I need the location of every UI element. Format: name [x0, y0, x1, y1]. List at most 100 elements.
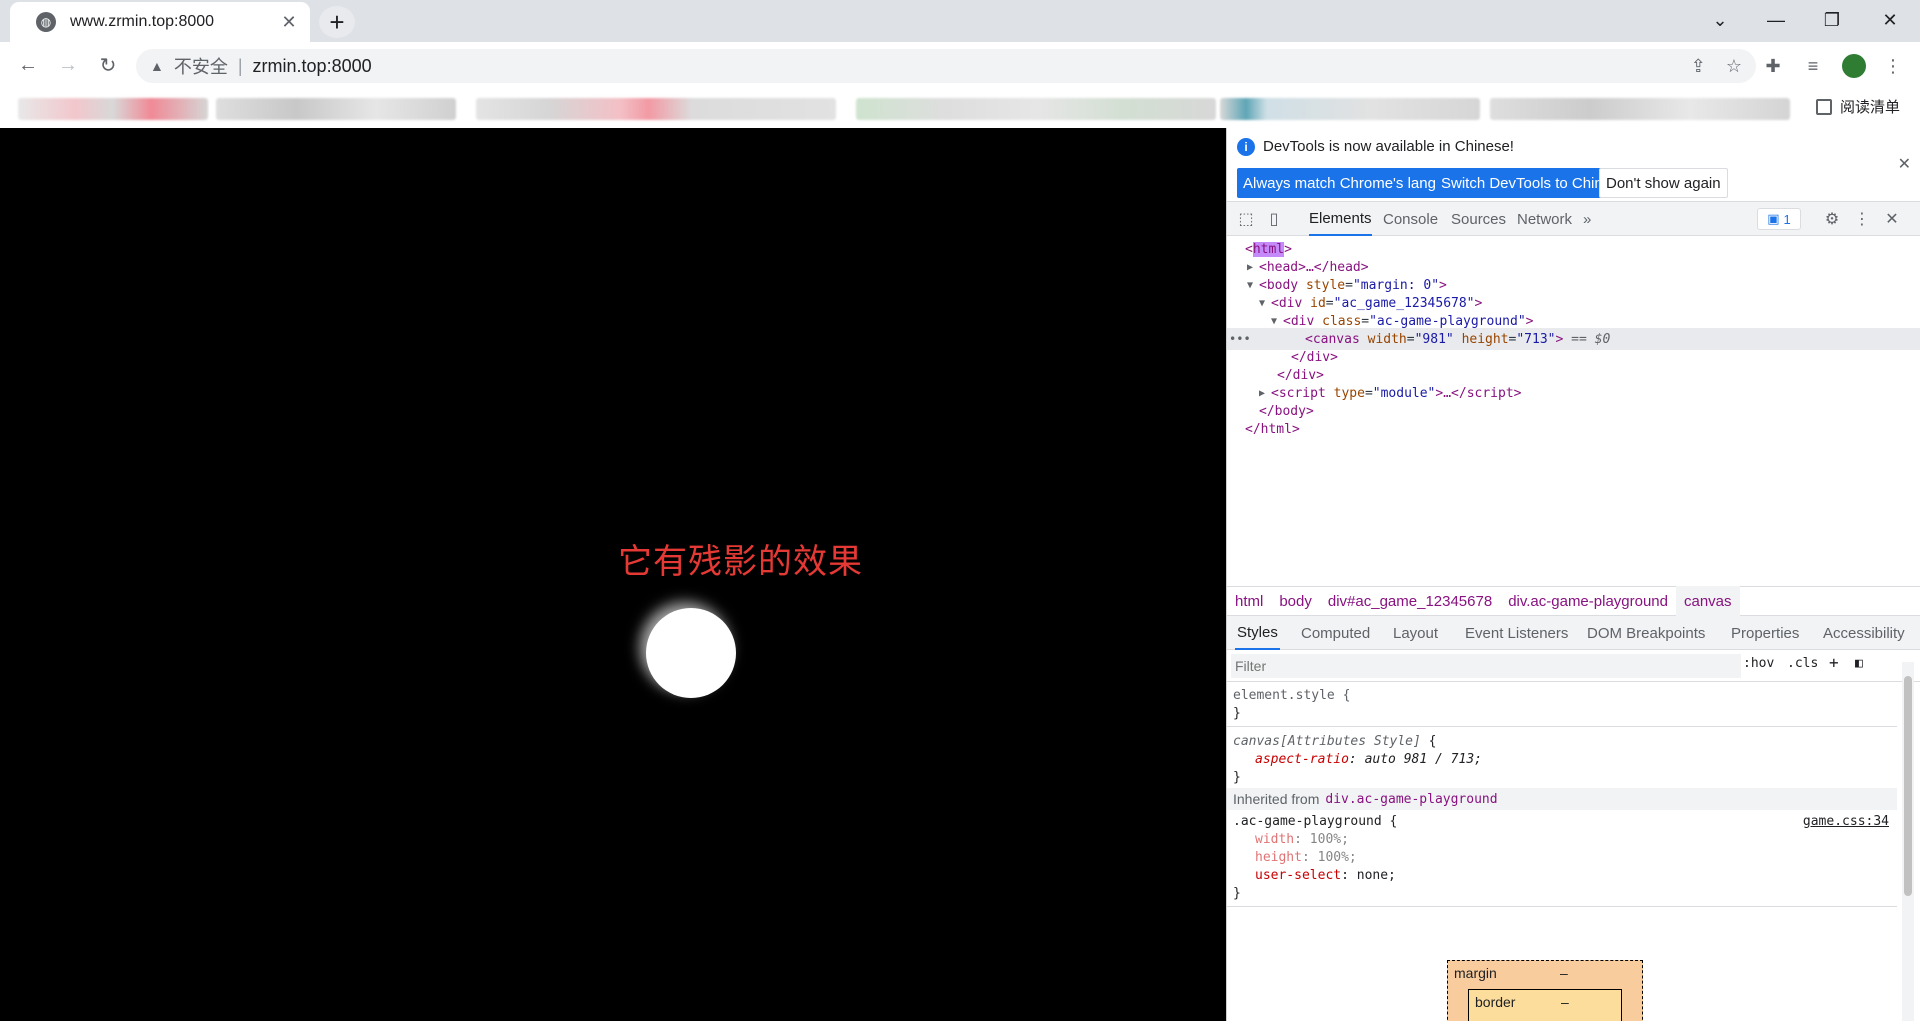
- forward-icon[interactable]: →: [52, 49, 84, 81]
- reload-icon[interactable]: ↻: [92, 49, 124, 81]
- minimize-button[interactable]: —: [1748, 0, 1804, 40]
- rule-source-link[interactable]: game.css:34: [1803, 814, 1889, 829]
- infobar-message: DevTools is now available in Chinese!: [1263, 138, 1514, 155]
- collapse-triangle-icon[interactable]: ▼: [1259, 298, 1271, 309]
- device-toolbar-icon[interactable]: ▯: [1263, 208, 1285, 230]
- breadcrumb-div-playground[interactable]: div.ac-game-playground: [1500, 586, 1676, 616]
- reading-list-button[interactable]: 阅读清单: [1815, 96, 1900, 117]
- toggle-sidebar-icon[interactable]: ◧: [1855, 656, 1863, 671]
- tab-close-icon[interactable]: ✕: [278, 12, 300, 33]
- back-icon[interactable]: ←: [12, 49, 44, 81]
- dom-node-html-close[interactable]: </html>: [1227, 418, 1920, 440]
- tab-sources[interactable]: Sources: [1451, 202, 1506, 236]
- bookmarks-bar: [0, 88, 1920, 128]
- infobar-close-icon[interactable]: ✕: [1898, 154, 1911, 174]
- breadcrumb-html[interactable]: html: [1227, 586, 1271, 616]
- tab-console[interactable]: Console: [1383, 202, 1438, 236]
- canvas-caption: 它有残影的效果: [618, 543, 863, 581]
- breadcrumb: html body div#ac_game_12345678 div.ac-ga…: [1227, 586, 1920, 616]
- message-icon: ▣: [1767, 211, 1780, 226]
- bookmark-item[interactable]: [476, 98, 836, 120]
- html-tag: html: [1252, 241, 1285, 257]
- tab-accessibility[interactable]: Accessibility: [1823, 616, 1905, 650]
- tab-properties[interactable]: Properties: [1731, 616, 1799, 650]
- collapse-triangle-icon[interactable]: ▼: [1271, 316, 1283, 327]
- game-canvas[interactable]: 它有残影的效果: [0, 128, 1226, 1021]
- devtools-menu-icon[interactable]: ⋮: [1851, 208, 1873, 230]
- prop-height[interactable]: height: 100%;: [1255, 850, 1357, 865]
- hover-state-toggle[interactable]: :hov: [1743, 656, 1774, 671]
- tab-dom-breakpoints[interactable]: DOM Breakpoints: [1587, 616, 1705, 650]
- tab-network[interactable]: Network: [1517, 202, 1572, 236]
- browser-window: ◍ www.zrmin.top:8000 ✕ + ⌄ — ❐ ✕ ← → ↻ ▲…: [0, 0, 1920, 1021]
- rule-close-brace: }: [1233, 706, 1241, 721]
- language-infobar: i DevTools is now available in Chinese! …: [1227, 128, 1920, 202]
- browser-tab[interactable]: ◍ www.zrmin.top:8000 ✕: [10, 2, 310, 42]
- prop-width[interactable]: width: 100%;: [1255, 832, 1349, 847]
- devtools-panel: i DevTools is now available in Chinese! …: [1226, 128, 1920, 1021]
- rule-close-brace: }: [1233, 886, 1241, 901]
- styles-subtabs: Styles Computed Layout Event Listeners D…: [1227, 616, 1920, 650]
- breadcrumb-body[interactable]: body: [1271, 586, 1320, 616]
- styles-filter-input[interactable]: [1231, 654, 1741, 678]
- tab-layout[interactable]: Layout: [1393, 616, 1438, 650]
- rule-close-brace: }: [1233, 770, 1241, 785]
- prop-user-select[interactable]: user-select: none;: [1255, 868, 1396, 883]
- inspect-element-icon[interactable]: ⬚: [1235, 208, 1257, 230]
- media-queue-icon[interactable]: ≡: [1800, 53, 1826, 79]
- url-separator: |: [237, 55, 243, 76]
- bookmark-item[interactable]: [1490, 98, 1790, 120]
- globe-icon: ◍: [36, 12, 56, 32]
- rule-divider: [1227, 906, 1897, 907]
- share-icon[interactable]: ⇪: [1691, 56, 1706, 77]
- warning-icon[interactable]: ▲: [150, 58, 164, 74]
- rule-divider: [1227, 726, 1897, 727]
- bookmark-item[interactable]: [1220, 98, 1480, 120]
- settings-gear-icon[interactable]: ⚙: [1821, 208, 1843, 230]
- ball: [646, 608, 736, 698]
- breadcrumb-div-game[interactable]: div#ac_game_12345678: [1320, 586, 1500, 616]
- close-window-button[interactable]: ✕: [1862, 0, 1918, 40]
- more-tabs-icon[interactable]: »: [1583, 202, 1591, 236]
- issues-badge[interactable]: ▣ 1: [1757, 208, 1801, 230]
- inherited-link[interactable]: div.ac-game-playground: [1325, 792, 1497, 807]
- bookmark-item[interactable]: [216, 98, 456, 120]
- class-toggle[interactable]: .cls: [1787, 656, 1818, 671]
- box-model-margin[interactable]: margin – border –: [1447, 960, 1643, 1021]
- collapse-triangle-icon[interactable]: ▼: [1247, 280, 1259, 291]
- profile-avatar[interactable]: [1842, 54, 1866, 78]
- dont-show-again-button[interactable]: Don't show again: [1599, 168, 1728, 198]
- new-rule-icon[interactable]: +: [1829, 653, 1839, 672]
- tab-styles[interactable]: Styles: [1235, 616, 1280, 650]
- box-model-border[interactable]: border –: [1468, 989, 1622, 1021]
- expand-triangle-icon[interactable]: ▶: [1247, 262, 1259, 273]
- tab-event-listeners[interactable]: Event Listeners: [1465, 616, 1568, 650]
- rule-element-style[interactable]: element.style {: [1233, 688, 1350, 703]
- expand-triangle-icon[interactable]: ▶: [1259, 388, 1271, 399]
- url-text[interactable]: zrmin.top:8000: [253, 56, 372, 77]
- tab-search-icon[interactable]: ⌄: [1692, 0, 1748, 40]
- tab-computed[interactable]: Computed: [1301, 616, 1370, 650]
- address-bar[interactable]: ▲ 不安全 | zrmin.top:8000 ⇪ ☆: [136, 49, 1756, 83]
- rule-playground-selector[interactable]: .ac-game-playground {: [1233, 814, 1397, 829]
- new-tab-button[interactable]: +: [319, 6, 355, 38]
- close-devtools-icon[interactable]: ✕: [1881, 208, 1903, 230]
- insecure-label[interactable]: 不安全: [174, 53, 228, 79]
- reading-list-label: 阅读清单: [1839, 99, 1900, 116]
- prop-aspect-ratio[interactable]: aspect-ratio: auto 981 / 713;: [1255, 752, 1482, 767]
- styles-scrollbar[interactable]: [1902, 662, 1914, 1021]
- bookmark-star-icon[interactable]: ☆: [1726, 56, 1742, 77]
- tab-elements[interactable]: Elements: [1309, 202, 1372, 236]
- node-actions-icon[interactable]: •••: [1229, 332, 1251, 346]
- toolbar: ← → ↻ ▲ 不安全 | zrmin.top:8000 ⇪ ☆ ✚ ≡ ⋮: [0, 42, 1920, 88]
- extensions-icon[interactable]: ✚: [1760, 53, 1786, 79]
- dom-tree: < html > ▶ <head>…</head> ▼ < body style = "mar…: [1227, 236, 1920, 586]
- restore-button[interactable]: ❐: [1804, 0, 1860, 40]
- reading-list-icon: [1815, 98, 1832, 115]
- breadcrumb-canvas[interactable]: canvas: [1676, 586, 1740, 616]
- bookmark-item[interactable]: [18, 98, 208, 120]
- menu-dots-icon[interactable]: ⋮: [1880, 53, 1906, 79]
- scrollbar-thumb[interactable]: [1904, 676, 1912, 896]
- bookmark-item[interactable]: [856, 98, 1216, 120]
- tab-strip: ◍ www.zrmin.top:8000 ✕ + ⌄ — ❐ ✕: [0, 0, 1920, 42]
